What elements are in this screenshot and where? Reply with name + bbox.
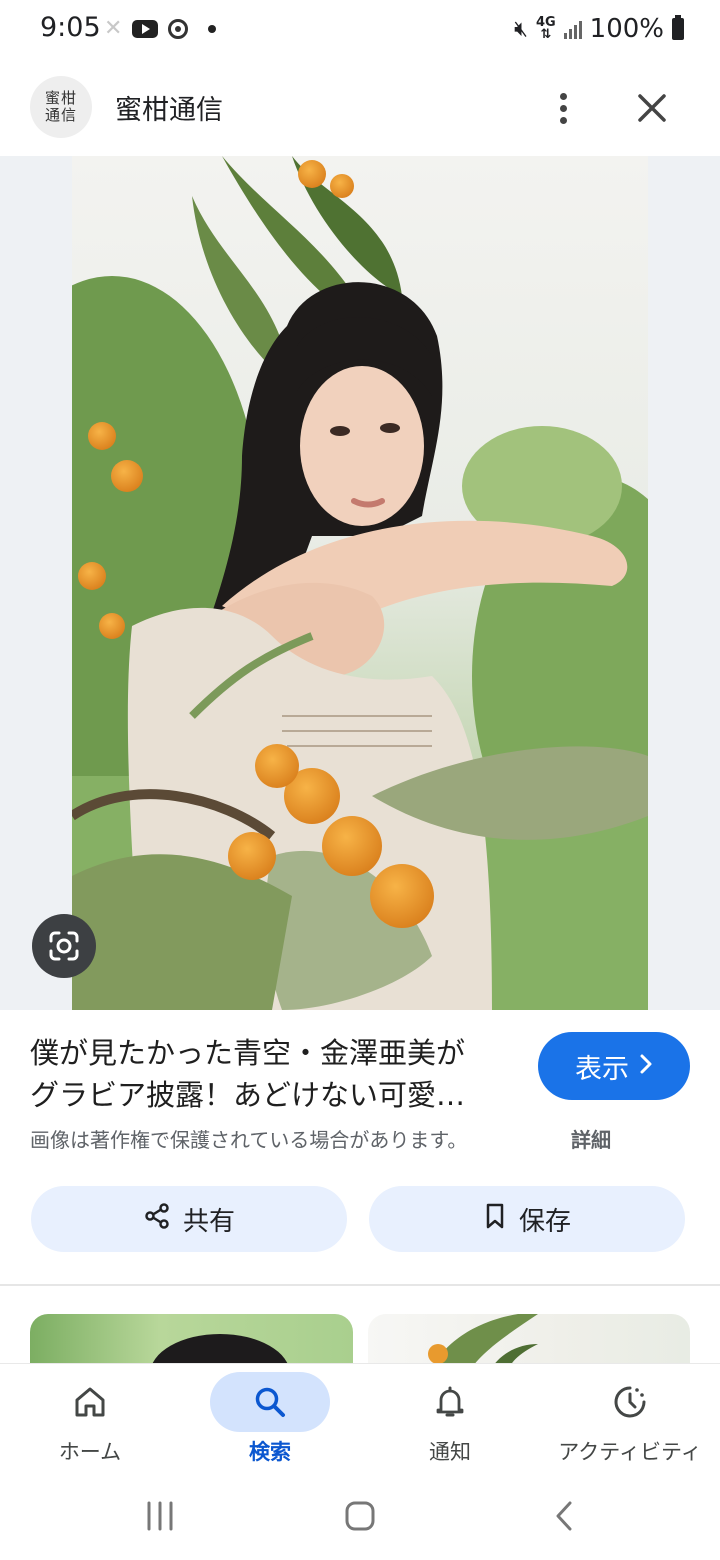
- nav-search-label: 検索: [249, 1440, 291, 1464]
- bookmark-icon: [483, 1202, 507, 1237]
- battery-icon: [672, 15, 684, 40]
- details-link[interactable]: 詳細: [571, 1124, 611, 1153]
- share-icon: [143, 1202, 171, 1237]
- viewer-header: 蜜柑通信 蜜柑通信: [0, 60, 720, 156]
- google-lens-icon[interactable]: [32, 914, 96, 978]
- nav-activity[interactable]: アクティビティ: [540, 1372, 720, 1472]
- image-preview-area: [0, 156, 720, 1010]
- chrome-icon: [168, 18, 189, 39]
- status-time: 9:05: [40, 12, 101, 43]
- battery-percent: 100%: [589, 14, 664, 44]
- network-type: 4G ⇅: [535, 15, 556, 42]
- chevron-right-icon: [639, 1051, 653, 1082]
- site-avatar-text: 蜜柑通信: [44, 89, 77, 124]
- back-icon[interactable]: [534, 1494, 594, 1538]
- home-button-icon[interactable]: [330, 1494, 390, 1538]
- visit-button[interactable]: 表示: [538, 1032, 690, 1100]
- mute-icon: 🔇︎: [514, 16, 528, 42]
- result-title[interactable]: 僕が見たかった青空・金澤亜美が グラビア披露！あどけない可愛…: [30, 1032, 520, 1116]
- share-button-label: 共有: [182, 1206, 235, 1237]
- x-app-icon: ✕: [104, 16, 123, 41]
- nav-notifications-label: 通知: [429, 1440, 471, 1464]
- youtube-icon: [132, 19, 159, 38]
- system-navigation-bar: [0, 1474, 720, 1560]
- nav-home[interactable]: ホーム: [0, 1372, 180, 1472]
- result-title-line2: グラビア披露！あどけない可愛…: [30, 1078, 466, 1112]
- activity-icon: [600, 1372, 660, 1432]
- nav-home-label: ホーム: [58, 1440, 122, 1464]
- nav-activity-label: アクティビティ: [558, 1440, 702, 1464]
- recent-apps-icon[interactable]: [130, 1494, 190, 1538]
- save-button[interactable]: 保存: [369, 1186, 685, 1252]
- section-divider: [0, 1284, 720, 1286]
- nav-search[interactable]: 検索: [180, 1372, 360, 1472]
- visit-button-label: 表示: [575, 1053, 629, 1085]
- close-icon[interactable]: [630, 86, 674, 130]
- save-button-label: 保存: [518, 1206, 571, 1237]
- site-avatar[interactable]: 蜜柑通信: [30, 76, 92, 138]
- bell-icon: [420, 1372, 480, 1432]
- nav-notifications[interactable]: 通知: [360, 1372, 540, 1472]
- copyright-notice: 画像は著作権で保護されている場合があります。: [30, 1128, 468, 1152]
- notification-dot-icon: [208, 24, 217, 33]
- status-bar: 9:05 ✕ 🔇︎ 4G ⇅ 100%: [0, 0, 720, 60]
- home-icon: [60, 1372, 120, 1432]
- result-image[interactable]: [72, 156, 648, 1010]
- share-button[interactable]: 共有: [31, 1186, 347, 1252]
- signal-icon: [563, 19, 582, 39]
- bottom-navigation: ホーム 検索 通知 アクティビティ: [0, 1364, 720, 1474]
- more-vert-icon[interactable]: [546, 86, 580, 130]
- site-name[interactable]: 蜜柑通信: [115, 88, 223, 127]
- search-icon: [240, 1372, 300, 1432]
- result-title-line1: 僕が見たかった青空・金澤亜美が: [30, 1036, 466, 1070]
